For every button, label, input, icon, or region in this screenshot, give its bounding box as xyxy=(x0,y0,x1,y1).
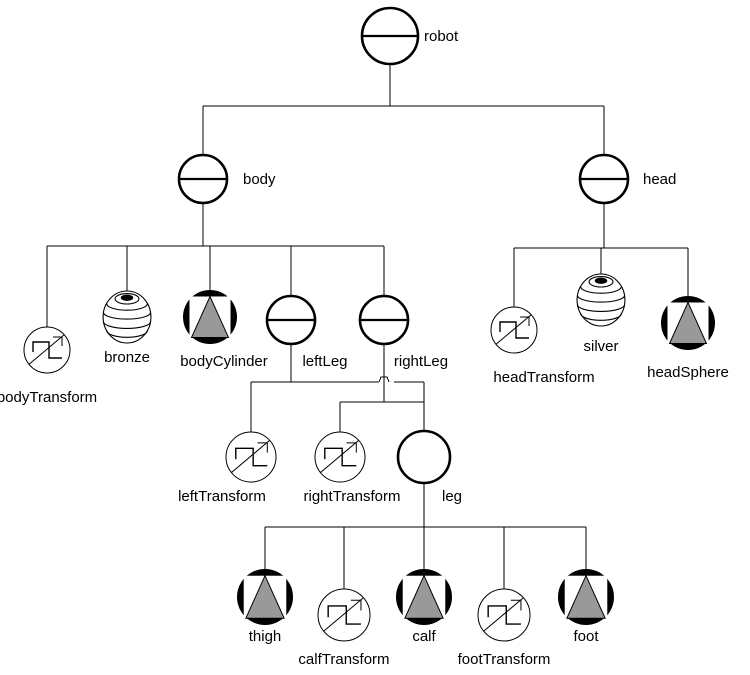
scene-node-foot[interactable]: foot xyxy=(558,569,614,645)
node-label-bronze: bronze xyxy=(104,349,150,366)
scene-node-silver[interactable]: silver xyxy=(576,273,626,355)
scene-node-head[interactable]: head xyxy=(578,153,676,205)
scene-graph-canvas: robot body head bodyTransform bronze bodyCyli… xyxy=(0,6,729,668)
scene-node-rightLeg[interactable]: rightLeg xyxy=(358,294,448,370)
scene-node-headTransform[interactable]: headTransform xyxy=(490,306,595,386)
node-label-headTransform: headTransform xyxy=(493,369,594,386)
node-label-silver: silver xyxy=(583,338,618,355)
nodes-layer: robot body head bodyTransform bronze bodyCyli… xyxy=(0,6,729,668)
material-sphere-icon xyxy=(102,290,152,344)
group-circle-icon xyxy=(360,6,420,66)
node-label-bodyCylinder: bodyCylinder xyxy=(180,353,268,370)
node-label-calfTransform: calfTransform xyxy=(298,651,389,668)
scene-node-thigh[interactable]: thigh xyxy=(237,569,293,645)
node-label-rightLeg: rightLeg xyxy=(394,353,448,370)
scene-node-leftLeg[interactable]: leftLeg xyxy=(265,294,348,370)
scene-node-bronze[interactable]: bronze xyxy=(102,290,152,366)
scene-graph-diagram: robot body head bodyTransform bronze bodyCyli… xyxy=(0,0,750,675)
node-label-robot: robot xyxy=(424,28,459,45)
scene-node-body[interactable]: body xyxy=(177,153,276,205)
shared-group-circle-icon xyxy=(396,429,452,485)
node-label-leg: leg xyxy=(442,488,462,505)
geometry-cone-icon xyxy=(237,569,293,625)
node-label-headSphere: headSphere xyxy=(647,364,729,381)
group-circle-icon xyxy=(578,153,630,205)
transform-icon xyxy=(490,306,538,354)
geometry-cone-icon xyxy=(183,290,237,344)
geometry-cone-icon xyxy=(661,296,715,350)
material-sphere-icon xyxy=(576,273,626,327)
scene-node-robot[interactable]: robot xyxy=(360,6,459,66)
node-label-footTransform: footTransform xyxy=(458,651,551,668)
group-circle-icon xyxy=(358,294,410,346)
transform-icon xyxy=(314,431,366,483)
node-label-rightTransform: rightTransform xyxy=(304,488,401,505)
scene-node-footTransform[interactable]: footTransform xyxy=(458,588,551,668)
scene-node-leftTransform[interactable]: leftTransform xyxy=(178,431,277,505)
scene-node-headSphere[interactable]: headSphere xyxy=(647,296,729,381)
node-label-thigh: thigh xyxy=(249,628,282,645)
geometry-cone-icon xyxy=(558,569,614,625)
geometry-cone-icon xyxy=(396,569,452,625)
transform-icon xyxy=(477,588,531,642)
node-label-body: body xyxy=(243,171,276,188)
transform-icon xyxy=(317,588,371,642)
node-label-foot: foot xyxy=(573,628,599,645)
scene-node-bodyCylinder[interactable]: bodyCylinder xyxy=(180,290,268,370)
transform-icon xyxy=(23,326,71,374)
node-label-leftTransform: leftTransform xyxy=(178,488,266,505)
node-label-head: head xyxy=(643,171,676,188)
scene-node-rightTransform[interactable]: rightTransform xyxy=(304,431,401,505)
transform-icon xyxy=(225,431,277,483)
node-label-bodyTransform: bodyTransform xyxy=(0,389,97,406)
scene-node-calf[interactable]: calf xyxy=(396,569,452,645)
scene-node-calfTransform[interactable]: calfTransform xyxy=(298,588,390,668)
group-circle-icon xyxy=(265,294,317,346)
scene-node-leg[interactable]: leg xyxy=(396,429,462,505)
node-label-calf: calf xyxy=(412,628,436,645)
scene-node-bodyTransform[interactable]: bodyTransform xyxy=(0,326,97,406)
group-circle-icon xyxy=(177,153,229,205)
node-label-leftLeg: leftLeg xyxy=(302,353,347,370)
